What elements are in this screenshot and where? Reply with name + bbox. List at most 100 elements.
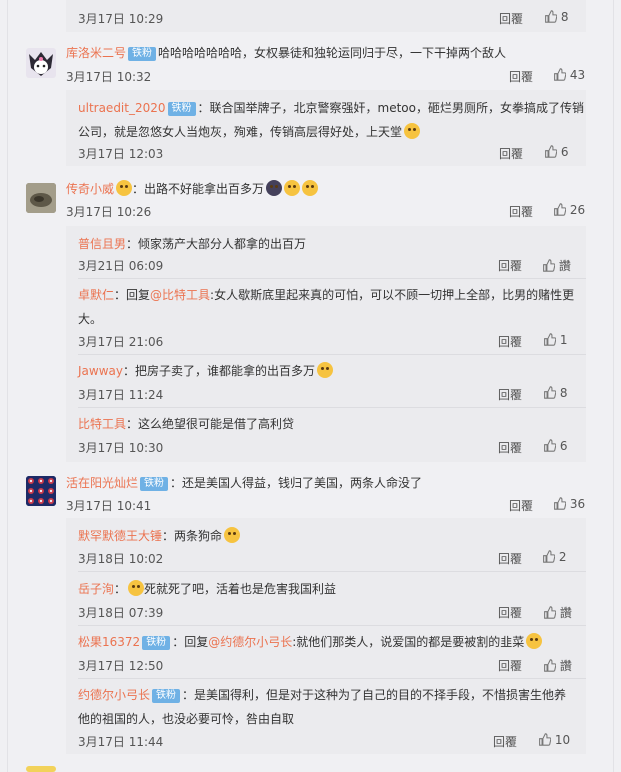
crying-emoji-icon <box>302 180 319 196</box>
reply-text: 死就死了吧，活着也是危害我国利益 <box>144 582 337 596</box>
mention-link[interactable]: @约德尔小弓长 <box>208 635 292 649</box>
username[interactable]: 卓默仁 <box>78 288 114 302</box>
avatar[interactable] <box>26 183 56 213</box>
reply-button[interactable]: 回覆 <box>493 733 517 750</box>
username[interactable]: 岳子洵 <box>78 582 114 596</box>
like-label: 讚 <box>559 659 572 673</box>
reply-button[interactable]: 回覆 <box>509 497 533 514</box>
reply-line: 约德尔小弓长 铁粉 ：是美国得利，但是对于这种为了自己的目的不择手段，不惜损害生他养 <box>78 686 566 703</box>
reply-button[interactable]: 回覆 <box>498 333 522 350</box>
fan-badge: 铁粉 <box>140 477 169 491</box>
username[interactable]: 传奇小威 <box>66 182 114 196</box>
like-button[interactable]: 8 <box>544 10 568 24</box>
avatar[interactable] <box>26 766 56 772</box>
like-count: 43 <box>569 68 586 82</box>
mention-link[interactable]: @比特工具 <box>150 288 210 302</box>
like-button[interactable]: 10 <box>538 733 570 747</box>
doge-emoji-icon <box>128 580 145 596</box>
reply-time: 3月18日 07:39 <box>78 606 164 620</box>
reply-text: ：是美国得利，但是对于这种为了自己的目的不择手段，不惜损害生他养 <box>182 688 567 702</box>
like-button[interactable]: 36 <box>553 497 585 511</box>
thumb-up-icon <box>543 550 555 563</box>
reply-button[interactable]: 回覆 <box>498 604 522 621</box>
reply-line: 松果16372 铁粉 ：回复@约德尔小弓长:就他们那类人，说爱国的都是要被割的韭菜 <box>78 633 543 650</box>
photo-avatar-icon <box>26 183 56 213</box>
like-button[interactable]: 6 <box>543 439 567 453</box>
username[interactable]: 库洛米二号 <box>66 46 126 60</box>
reply-button[interactable]: 回覆 <box>498 257 522 274</box>
like-count: 2 <box>558 550 567 564</box>
like-button[interactable]: 讚 <box>543 657 572 674</box>
reply-button[interactable]: 回覆 <box>498 550 522 567</box>
reply-time: 3月17日 11:44 <box>78 735 164 749</box>
like-button[interactable]: 讚 <box>543 604 572 621</box>
fan-badge: 铁粉 <box>128 47 157 61</box>
like-label: 讚 <box>559 606 572 620</box>
thumb-up-icon <box>539 733 551 746</box>
comment-time: 3月17日 10:32 <box>66 70 152 84</box>
reply-line: 卓默仁：回复@比特工具:女人歇斯底里起来真的可怕，可以不顾一切押上全部，比男的赌… <box>78 286 574 303</box>
like-count: 36 <box>569 497 586 511</box>
reply-button[interactable]: 回覆 <box>498 439 522 456</box>
fan-badge: 铁粉 <box>142 636 171 650</box>
thumb-up-icon <box>544 386 556 399</box>
reply-button[interactable]: 回覆 <box>498 657 522 674</box>
username[interactable]: 活在阳光灿烂 <box>66 476 138 490</box>
doge-emoji-icon <box>317 362 333 378</box>
reply-text: :就他们那类人，说爱国的都是要被割的韭菜 <box>292 635 525 649</box>
comment-time: 3月17日 10:26 <box>66 205 152 219</box>
reply-time: 3月17日 10:29 <box>78 12 164 26</box>
username[interactable]: ultraedit_2020 <box>78 101 166 115</box>
username[interactable]: 松果16372 <box>78 635 140 649</box>
reply-button[interactable]: 回覆 <box>498 386 522 403</box>
username[interactable]: Jawway <box>78 364 123 378</box>
divider <box>78 625 586 626</box>
like-button[interactable]: 8 <box>543 386 567 400</box>
avatar[interactable] <box>26 476 56 506</box>
right-border <box>613 0 614 772</box>
reply-text: ：两条狗命 <box>162 529 223 543</box>
thumb-up-icon <box>544 606 556 619</box>
reply-line-2: 大。 <box>78 310 102 327</box>
reply-time: 3月18日 10:02 <box>78 552 164 566</box>
like-button[interactable]: 1 <box>543 333 567 347</box>
thumb-up-icon <box>554 68 566 81</box>
like-button[interactable]: 6 <box>544 145 568 159</box>
like-label: 讚 <box>558 259 571 273</box>
reply-text: ：倾家荡产大部分人都拿的出百万 <box>126 237 307 251</box>
thumb-up-icon <box>543 259 555 272</box>
reply-button[interactable]: 回覆 <box>499 145 523 162</box>
reply-text-cont: 他的祖国的人，也没必要可怜，咎由自取 <box>78 712 295 726</box>
username[interactable]: 普信且男 <box>78 237 126 251</box>
like-button[interactable]: 讚 <box>542 257 571 274</box>
like-count: 26 <box>569 203 586 217</box>
reply-button[interactable]: 回覆 <box>509 203 533 220</box>
reply-time: 3月17日 11:24 <box>78 388 164 402</box>
like-button[interactable]: 43 <box>553 68 585 82</box>
pray-emoji-icon <box>404 123 421 139</box>
reply-line: 默罕默德王大锤：两条狗命 <box>78 527 241 544</box>
reply-text: :女人歇斯底里起来真的可怕，可以不顾一切押上全部，比男的赌性更 <box>210 288 575 302</box>
like-button[interactable]: 2 <box>542 550 566 564</box>
crying-emoji-icon <box>284 180 301 196</box>
reply-line: 普信且男：倾家荡产大部分人都拿的出百万 <box>78 235 306 252</box>
username[interactable]: 默罕默德王大锤 <box>78 529 162 543</box>
reply-text-cont: 公司，就是忽悠女人当炮灰，殉难，传销高层得好处，上天堂 <box>78 125 403 139</box>
divider <box>78 407 586 408</box>
divider <box>78 354 586 355</box>
username[interactable]: 约德尔小弓长 <box>78 688 150 702</box>
reply-prefix: ：回复 <box>114 288 151 302</box>
avatar[interactable] <box>26 48 56 78</box>
thumb-up-icon <box>544 439 556 452</box>
like-button[interactable]: 26 <box>553 203 585 217</box>
like-count: 6 <box>560 145 569 159</box>
reply-button[interactable]: 回覆 <box>509 68 533 85</box>
thumb-up-icon <box>545 145 557 158</box>
like-count: 8 <box>560 10 569 24</box>
username[interactable]: 比特工具 <box>78 417 126 431</box>
reply-line-2: 他的祖国的人，也没必要可怜，咎由自取 <box>78 710 294 727</box>
sticker-emoji-icon <box>266 180 283 196</box>
fan-badge: 铁粉 <box>152 689 181 703</box>
reply-button[interactable]: 回覆 <box>499 10 523 27</box>
thumb-up-icon <box>545 10 557 23</box>
